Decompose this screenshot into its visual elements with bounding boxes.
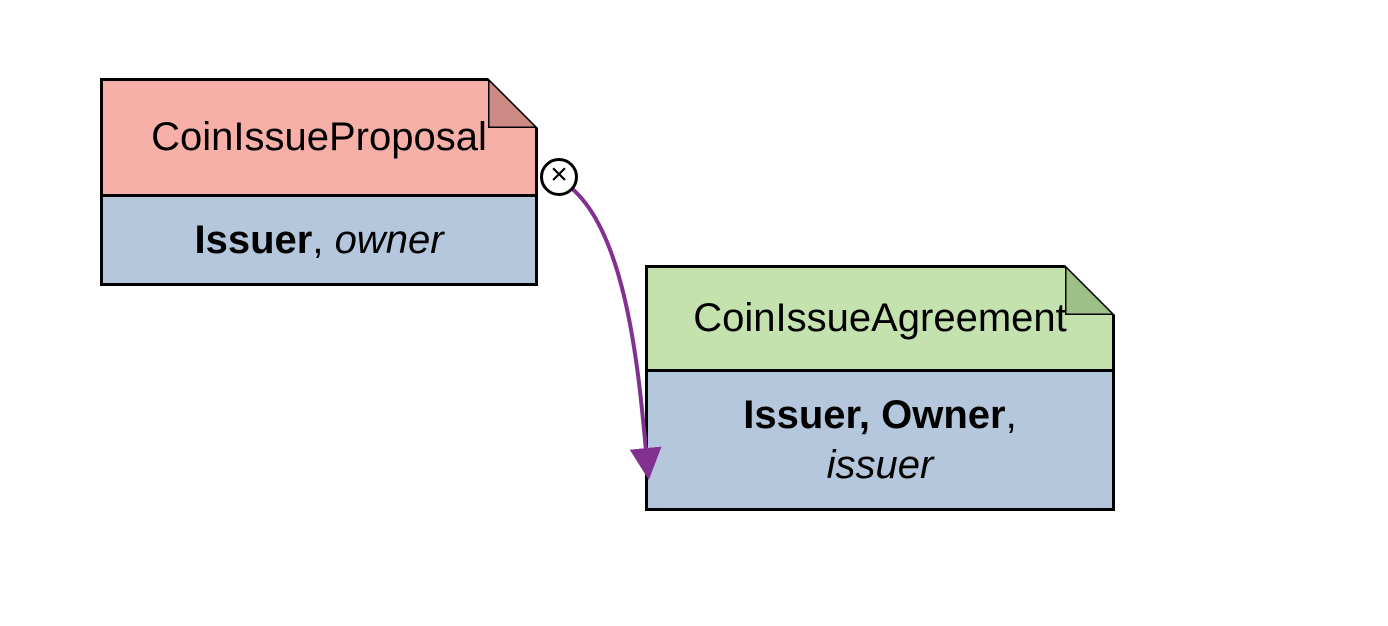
dog-ear-icon: [488, 78, 538, 128]
node-title: CoinIssueProposal: [151, 115, 487, 159]
node-coin-issue-proposal: CoinIssueProposal Issuer, owner: [100, 78, 538, 286]
parties-signatory: Issuer, Owner: [743, 393, 1005, 437]
parties-sep: ,: [312, 218, 334, 262]
node-title: CoinIssueAgreement: [693, 296, 1067, 340]
parties-signatory: Issuer: [194, 218, 312, 262]
node-coin-issue-agreement: CoinIssueAgreement Issuer, Owner, issuer: [645, 265, 1115, 511]
dog-ear-icon: [1065, 265, 1115, 315]
node-parties: Issuer, Owner, issuer: [648, 372, 1112, 508]
node-header: CoinIssueAgreement: [648, 268, 1112, 372]
node-parties: Issuer, owner: [103, 197, 535, 283]
choice-marker-icon: [540, 158, 578, 196]
node-header: CoinIssueProposal: [103, 81, 535, 197]
parties-observer: owner: [335, 218, 444, 262]
parties-observer: issuer: [827, 443, 934, 487]
parties-sep: ,: [1006, 393, 1017, 437]
